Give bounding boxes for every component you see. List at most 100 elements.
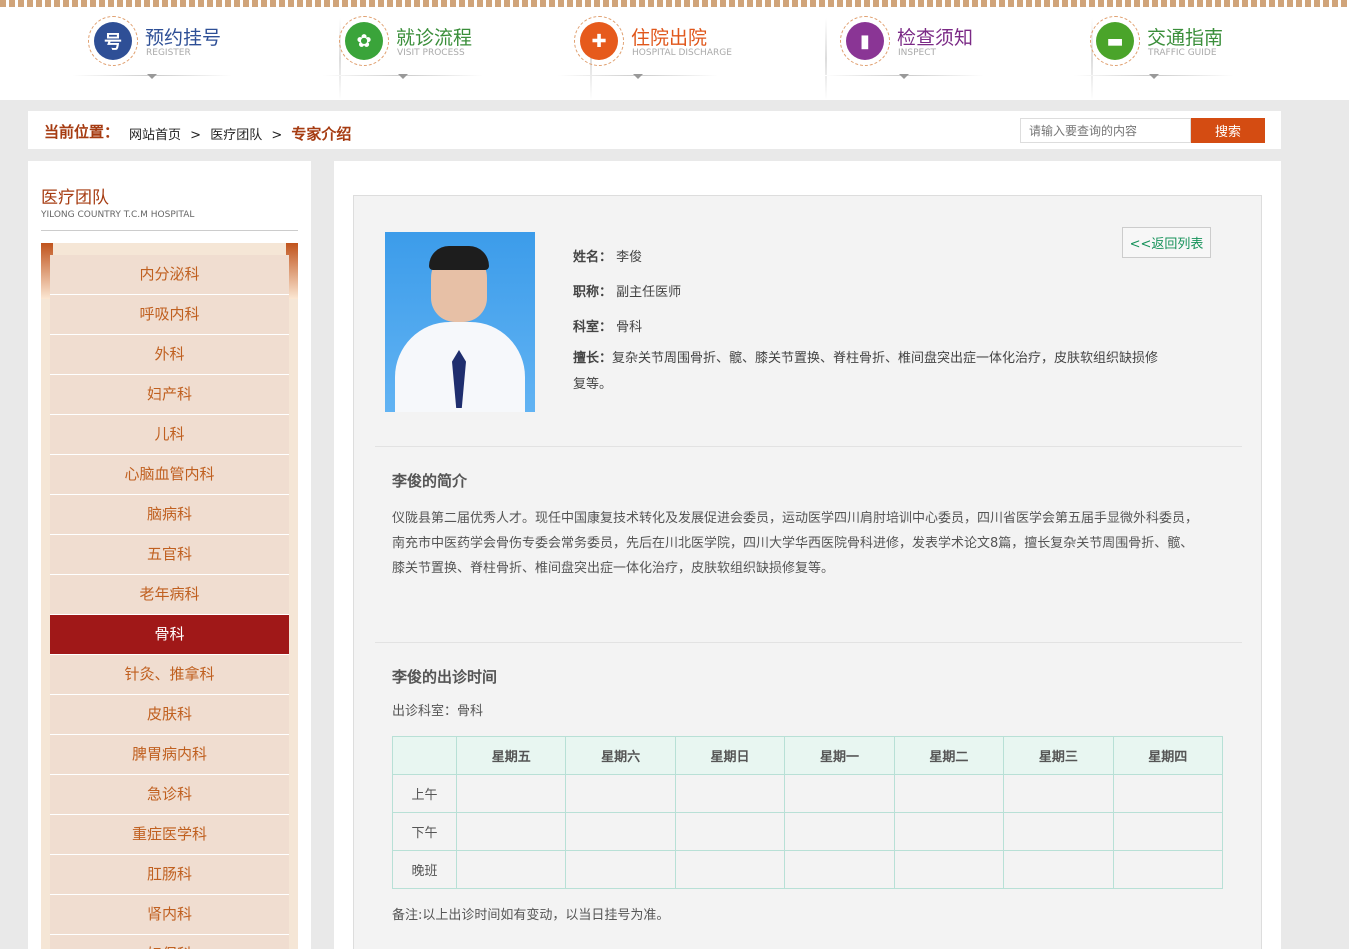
schedule-cell (893, 812, 1005, 851)
sidebar-item-9[interactable]: 骨科 (50, 615, 289, 655)
doctor-dept-row: 科室： 骨科 (573, 316, 642, 335)
schedule-day-header: 星期五 (455, 736, 567, 775)
breadcrumb-separator: > (190, 128, 202, 143)
schedule-row: 晚班 (392, 850, 1224, 889)
doctor-name: 李俊 (616, 250, 643, 265)
breadcrumb-separator: > (271, 128, 283, 143)
doctor-dept: 骨科 (616, 320, 643, 335)
sidebar-item-15[interactable]: 肛肠科 (50, 855, 289, 895)
nav-title: 交通指南 (1147, 27, 1224, 49)
chevron-down-icon (147, 74, 157, 79)
schedule-cell (1003, 850, 1114, 889)
sidebar-item-13[interactable]: 急诊科 (50, 775, 289, 815)
divider (375, 446, 1242, 447)
sidebar-item-10[interactable]: 针灸、推拿科 (50, 655, 289, 695)
nav-item-0[interactable]: 号预约挂号 REGISTER (72, 10, 341, 100)
chevron-down-icon (633, 74, 643, 79)
doctor-name-row: 姓名： 李俊 (573, 246, 642, 265)
leaf-icon: ✿ (339, 16, 389, 66)
sidebar-item-4[interactable]: 儿科 (50, 415, 289, 455)
nav-title: 住院出院 (631, 27, 708, 49)
doctor-card: 姓名： 李俊 职称： 副主任医师 科室： 骨科 擅长：复杂关节周围骨折、髋、膝关… (353, 195, 1262, 949)
sidebar: 医疗团队 YILONG COUNTRY T.C.M HOSPITAL 内分泌科呼… (28, 161, 311, 949)
schedule-cell (674, 812, 786, 851)
schedule-cell (1112, 812, 1224, 851)
sidebar-item-14[interactable]: 重症医学科 (50, 815, 289, 855)
schedule-cell (455, 774, 567, 813)
sidebar-item-6[interactable]: 脑病科 (50, 495, 289, 535)
intro-title: 李俊的简介 (392, 472, 468, 490)
search-input[interactable] (1020, 118, 1191, 143)
schedule-row: 上午 (392, 774, 1224, 813)
photo-hair (429, 246, 489, 270)
schedule-cell (455, 812, 567, 851)
search-button[interactable]: 搜索 (1191, 118, 1265, 143)
sidebar-item-16[interactable]: 肾内科 (50, 895, 289, 935)
sidebar-item-1[interactable]: 呼吸内科 (50, 295, 289, 335)
schedule-row-label: 下午 (392, 812, 457, 851)
decorative-border (0, 0, 1349, 7)
nav-subtitle: HOSPITAL DISCHARGE (632, 48, 732, 58)
schedule-table: 星期五 星期六 星期日 星期一 星期二 星期三 星期四 上午 下午 晚班 (392, 736, 1224, 889)
schedule-day-header: 星期三 (1003, 736, 1114, 775)
nav-item-2[interactable]: ✚ 住院出院 HOSPITAL DISCHARGE (558, 10, 827, 100)
schedule-day-header: 星期一 (784, 736, 895, 775)
schedule-corner (392, 736, 457, 775)
schedule-header-row: 星期五 星期六 星期日 星期一 星期二 星期三 星期四 (392, 736, 1224, 775)
sidebar-item-0[interactable]: 内分泌科 (50, 255, 289, 295)
top-navigation: 号预约挂号 REGISTER ✿ 就诊流程 VISIT PROCESS ✚ 住院出院 HOSP… (0, 0, 1349, 100)
medkit-icon-glyph: ✚ (580, 22, 618, 60)
breadcrumb-home-link[interactable]: 网站首页 (129, 128, 181, 143)
skill-label: 擅长： (573, 351, 613, 366)
sidebar-divider (41, 230, 298, 231)
vial-icon: ▮ (840, 16, 890, 66)
medkit-icon: ✚ (574, 16, 624, 66)
sidebar-item-17[interactable]: 妇保科 (50, 935, 289, 949)
schedule-cell (565, 850, 676, 889)
nav-item-3[interactable]: ▮ 检查须知 INSPECT (824, 10, 1093, 100)
schedule-cell (1112, 774, 1224, 813)
schedule-day-header: 星期日 (674, 736, 786, 775)
sidebar-item-5[interactable]: 心脑血管内科 (50, 455, 289, 495)
schedule-cell (893, 850, 1005, 889)
sidebar-title: 医疗团队 (41, 188, 109, 208)
schedule-cell (893, 774, 1005, 813)
main-content: 姓名： 李俊 职称： 副主任医师 科室： 骨科 擅长：复杂关节周围骨折、髋、膝关… (334, 161, 1281, 949)
doctor-photo (385, 232, 535, 412)
schedule-title: 李俊的出诊时间 (392, 668, 498, 686)
schedule-cell (784, 812, 895, 851)
schedule-cell (455, 850, 567, 889)
sidebar-item-11[interactable]: 皮肤科 (50, 695, 289, 735)
nav-item-4[interactable]: ▬ 交通指南 TRAFFIC GUIDE (1074, 10, 1324, 96)
chevron-down-icon (398, 74, 408, 79)
doctor-title: 副主任医师 (616, 285, 682, 300)
breadcrumb-team-link[interactable]: 医疗团队 (210, 128, 262, 143)
breadcrumb-bar: 当前位置： 网站首页 > 医疗团队 > 专家介绍 搜索 (28, 111, 1281, 149)
schedule-row: 下午 (392, 812, 1224, 851)
car-icon-glyph: ▬ (1096, 22, 1134, 60)
schedule-row-label: 上午 (392, 774, 457, 813)
divider (375, 642, 1242, 643)
title-label: 职称： (573, 285, 613, 300)
vial-icon-glyph: ▮ (846, 22, 884, 60)
schedule-note: 备注:以上出诊时间如有变动，以当日挂号为准。 (392, 908, 670, 923)
doctor-skill-row: 擅长：复杂关节周围骨折、髋、膝关节置换、脊柱骨折、椎间盘突出症一体化治疗，皮肤软… (573, 346, 1158, 398)
nav-subtitle: VISIT PROCESS (397, 48, 465, 58)
breadcrumb-label: 当前位置： (44, 123, 120, 141)
sidebar-item-3[interactable]: 妇产科 (50, 375, 289, 415)
sidebar-item-8[interactable]: 老年病科 (50, 575, 289, 615)
register-icon: 号 (88, 16, 138, 66)
back-to-list-button[interactable]: <<返回列表 (1122, 227, 1211, 258)
name-label: 姓名： (573, 250, 613, 265)
department-menu: 内分泌科 呼吸内科 外科 妇产科 儿科 心脑血管内科 脑病科 五官科 老年病科 骨科 针灸、推拿科皮… (50, 255, 289, 949)
nav-subtitle: REGISTER (146, 48, 191, 58)
sidebar-item-7[interactable]: 五官科 (50, 535, 289, 575)
schedule-cell (784, 850, 895, 889)
doctor-title-row: 职称： 副主任医师 (573, 281, 681, 300)
sidebar-item-2[interactable]: 外科 (50, 335, 289, 375)
schedule-cell (1003, 812, 1114, 851)
schedule-cell (674, 850, 786, 889)
schedule-cell (674, 774, 786, 813)
nav-item-1[interactable]: ✿ 就诊流程 VISIT PROCESS (323, 10, 592, 100)
sidebar-item-12[interactable]: 脾胃病内科 (50, 735, 289, 775)
